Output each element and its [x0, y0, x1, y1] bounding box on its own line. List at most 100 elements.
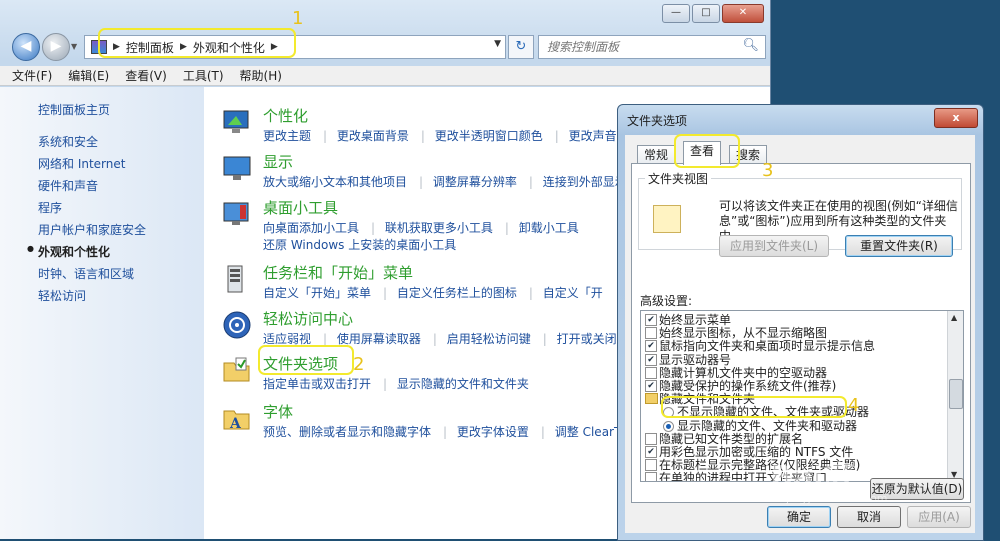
menu-file[interactable]: 文件(F) — [12, 67, 52, 84]
link-change-theme[interactable]: 更改主题 — [263, 129, 311, 143]
tab-general[interactable]: 常规 — [637, 145, 676, 164]
sidebar-item-appearance[interactable]: 外观和个性化 — [38, 243, 110, 260]
checkbox[interactable] — [645, 459, 657, 472]
maximize-button[interactable]: □ — [692, 4, 720, 23]
checkbox-checked[interactable]: ✔ — [645, 446, 657, 458]
cancel-button[interactable]: 取消 — [837, 506, 901, 528]
taskbar-icon — [227, 265, 243, 293]
recent-pages-dropdown-icon[interactable]: ▼ — [71, 42, 77, 51]
close-button[interactable]: ✕ — [722, 4, 764, 23]
link-window-color[interactable]: 更改半透明窗口颜色 — [435, 129, 543, 143]
refresh-button[interactable]: ↻ — [508, 35, 534, 59]
link-screen-reader[interactable]: 使用屏幕读取器 — [337, 332, 421, 346]
minimize-button[interactable]: — — [662, 4, 690, 23]
checkbox-checked[interactable]: ✔ — [645, 340, 657, 353]
back-button[interactable]: ◀ — [12, 33, 40, 61]
link-uninstall-gadgets[interactable]: 卸载小工具 — [519, 221, 579, 235]
folder-options-icon — [223, 357, 250, 382]
sidebar-item-hardware[interactable]: 硬件和声音 — [38, 177, 98, 194]
display-icon — [223, 156, 251, 180]
dialog-title: 文件夹选项 — [627, 114, 688, 128]
link-get-more-gadgets[interactable]: 联机获取更多小工具 — [385, 221, 493, 235]
link-show-hidden-files[interactable]: 显示隐藏的文件和文件夹 — [397, 377, 529, 391]
category-title[interactable]: 字体 — [263, 401, 293, 422]
ok-button[interactable]: 确定 — [767, 506, 831, 528]
link-add-gadgets[interactable]: 向桌面添加小工具 — [263, 221, 359, 235]
apply-to-folders-button[interactable]: 应用到文件夹(L) — [719, 235, 829, 257]
window-caption-buttons: — □ ✕ — [662, 4, 764, 23]
category-links: 放大或缩小文本和其他项目 | 调整屏幕分辨率 | 连接到外部显示器 — [263, 175, 639, 189]
checkbox[interactable] — [645, 432, 657, 445]
link-easy-access-keys[interactable]: 启用轻松访问键 — [447, 332, 531, 346]
checkbox[interactable] — [645, 472, 657, 481]
checkbox[interactable] — [645, 366, 657, 379]
dialog-close-button[interactable]: x — [934, 108, 978, 128]
scroll-up-icon[interactable]: ▲ — [951, 313, 957, 322]
setting-label: 鼠标指向文件夹和桌面项时显示提示信息 — [659, 339, 876, 354]
folder-view-icon — [653, 205, 681, 233]
sidebar: 控制面板主页 系统和安全 网络和 Internet 硬件和声音 程序 用户帐户和… — [0, 87, 204, 539]
category-title[interactable]: 任务栏和「开始」菜单 — [263, 262, 413, 283]
menu-view[interactable]: 查看(V) — [125, 67, 167, 84]
link-change-background[interactable]: 更改桌面背景 — [337, 129, 409, 143]
link-customize-taskbar-icons[interactable]: 自定义任务栏上的图标 — [397, 286, 517, 300]
setting-label: 隐藏计算机文件夹中的空驱动器 — [659, 365, 828, 380]
gadgets-icon — [223, 202, 249, 225]
setting-label: 显示驱动器号 — [659, 352, 732, 367]
address-dropdown-icon[interactable]: ▼ — [494, 39, 501, 49]
category-title[interactable]: 显示 — [263, 151, 293, 172]
link-low-vision[interactable]: 适应弱视 — [263, 332, 311, 346]
sidebar-item-security[interactable]: 系统和安全 — [38, 133, 98, 150]
link-font-settings[interactable]: 更改字体设置 — [457, 425, 529, 439]
svg-text:A: A — [229, 416, 242, 432]
highlight-folder-options — [258, 345, 354, 375]
personalization-icon — [223, 110, 249, 133]
setting-label: 隐藏受保护的操作系统文件(推荐) — [659, 379, 837, 393]
apply-button[interactable]: 应用(A) — [907, 506, 971, 528]
search-icon[interactable]: 🔍︎ — [742, 38, 759, 53]
menu-bar: 文件(F) 编辑(E) 查看(V) 工具(T) 帮助(H) — [0, 66, 770, 86]
sidebar-home-link[interactable]: 控制面板主页 — [38, 101, 110, 118]
link-text-size[interactable]: 放大或缩小文本和其他项目 — [263, 175, 407, 189]
link-restore-gadgets[interactable]: 还原 Windows 上安装的桌面小工具 — [263, 238, 456, 252]
menu-edit[interactable]: 编辑(E) — [68, 67, 109, 84]
annotation-number: 3 — [762, 160, 774, 181]
category-title[interactable]: 轻松访问中心 — [263, 308, 353, 329]
category-links: 自定义「开始」菜单 | 自定义任务栏上的图标 | 自定义「开 — [263, 286, 603, 300]
sidebar-item-programs[interactable]: 程序 — [38, 199, 62, 216]
category-title[interactable]: 桌面小工具 — [263, 197, 338, 218]
setting-label: 始终显示菜单 — [659, 313, 732, 327]
category-title[interactable]: 个性化 — [263, 105, 308, 126]
annotation-number: 2 — [353, 354, 365, 375]
menu-tools[interactable]: 工具(T) — [183, 67, 224, 84]
sidebar-item-network[interactable]: 网络和 Internet — [38, 155, 125, 172]
link-single-double-click[interactable]: 指定单击或双击打开 — [263, 377, 371, 391]
sidebar-item-ease-of-access[interactable]: 轻松访问 — [38, 287, 86, 304]
fonts-icon: A — [223, 410, 250, 432]
checkbox[interactable] — [645, 327, 657, 340]
checkbox-checked[interactable]: ✔ — [645, 353, 657, 366]
sidebar-item-user-accounts[interactable]: 用户帐户和家庭安全 — [38, 221, 146, 238]
folder-view-group: 文件夹视图 可以将该文件夹正在使用的视图(例如“详细信息”或“图标”)应用到所有… — [638, 170, 962, 257]
annotation-number: 1 — [292, 8, 304, 29]
link-preview-fonts[interactable]: 预览、删除或者显示和隐藏字体 — [263, 425, 431, 439]
sidebar-item-clock-language[interactable]: 时钟、语言和区域 — [38, 265, 134, 282]
checkbox-checked[interactable]: ✔ — [645, 314, 657, 326]
vertical-scrollbar[interactable]: ▲ ▼ — [947, 311, 963, 481]
link-customize-start[interactable]: 自定义「开 — [543, 286, 603, 300]
search-input[interactable] — [545, 36, 739, 58]
watermark-logo: Bai度 — [770, 460, 854, 495]
radio-selected[interactable] — [663, 420, 674, 432]
setting-label: 隐藏已知文件类型的扩展名 — [659, 431, 804, 446]
link-resolution[interactable]: 调整屏幕分辨率 — [433, 175, 517, 189]
setting-label: 显示隐藏的文件、文件夹和驱动器 — [677, 418, 858, 433]
reset-folders-button[interactable]: 重置文件夹(R) — [845, 235, 953, 257]
category-links: 更改主题 | 更改桌面背景 | 更改半透明窗口颜色 | 更改声音效果 — [263, 129, 641, 143]
scrollbar-thumb[interactable] — [949, 379, 963, 409]
link-customize-start-menu[interactable]: 自定义「开始」菜单 — [263, 286, 371, 300]
menu-help[interactable]: 帮助(H) — [240, 67, 282, 84]
forward-button[interactable]: ▶ — [42, 33, 70, 61]
tab-view[interactable]: 查看 — [683, 141, 722, 165]
category-links: 指定单击或双击打开 | 显示隐藏的文件和文件夹 — [263, 377, 529, 391]
checkbox-checked[interactable]: ✔ — [645, 380, 657, 392]
